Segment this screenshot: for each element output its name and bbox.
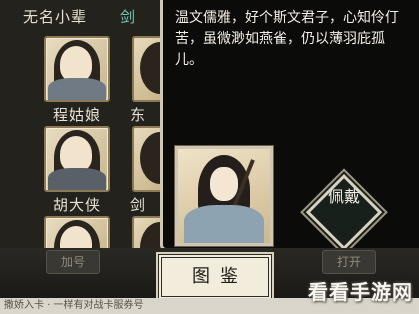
collection-title[interactable]: 图鉴 <box>158 254 272 300</box>
character-card-1[interactable] <box>44 36 110 102</box>
character-name-2: 程姑娘 <box>52 106 101 124</box>
collection-title-label: 图鉴 <box>192 266 248 287</box>
character-name-3: 胡大侠 <box>52 196 101 214</box>
right-tab[interactable]: 打开 <box>322 250 377 274</box>
left-tab[interactable]: 加号 <box>46 250 101 274</box>
equip-button-label[interactable]: 佩戴 <box>320 186 368 208</box>
site-watermark: 看看手游网 <box>308 280 413 304</box>
character-roster: 无名小辈 剑 程姑娘 东 胡大侠 剑 <box>0 0 170 272</box>
character-card-2[interactable] <box>44 126 110 192</box>
character-name-1: 无名小辈 <box>22 8 87 26</box>
character-name-partial-1: 剑 <box>119 8 136 26</box>
character-portrait <box>175 146 273 246</box>
character-description: 温文儒雅，好个斯文君子，心知伶仃苦，虽微渺如燕雀，仍以薄羽庇孤儿。 <box>175 10 399 68</box>
game-screen: 无名小辈 剑 程姑娘 东 胡大侠 剑 温文儒雅，好个斯文君子，心知伶仃苦，虽微渺… <box>0 0 419 314</box>
